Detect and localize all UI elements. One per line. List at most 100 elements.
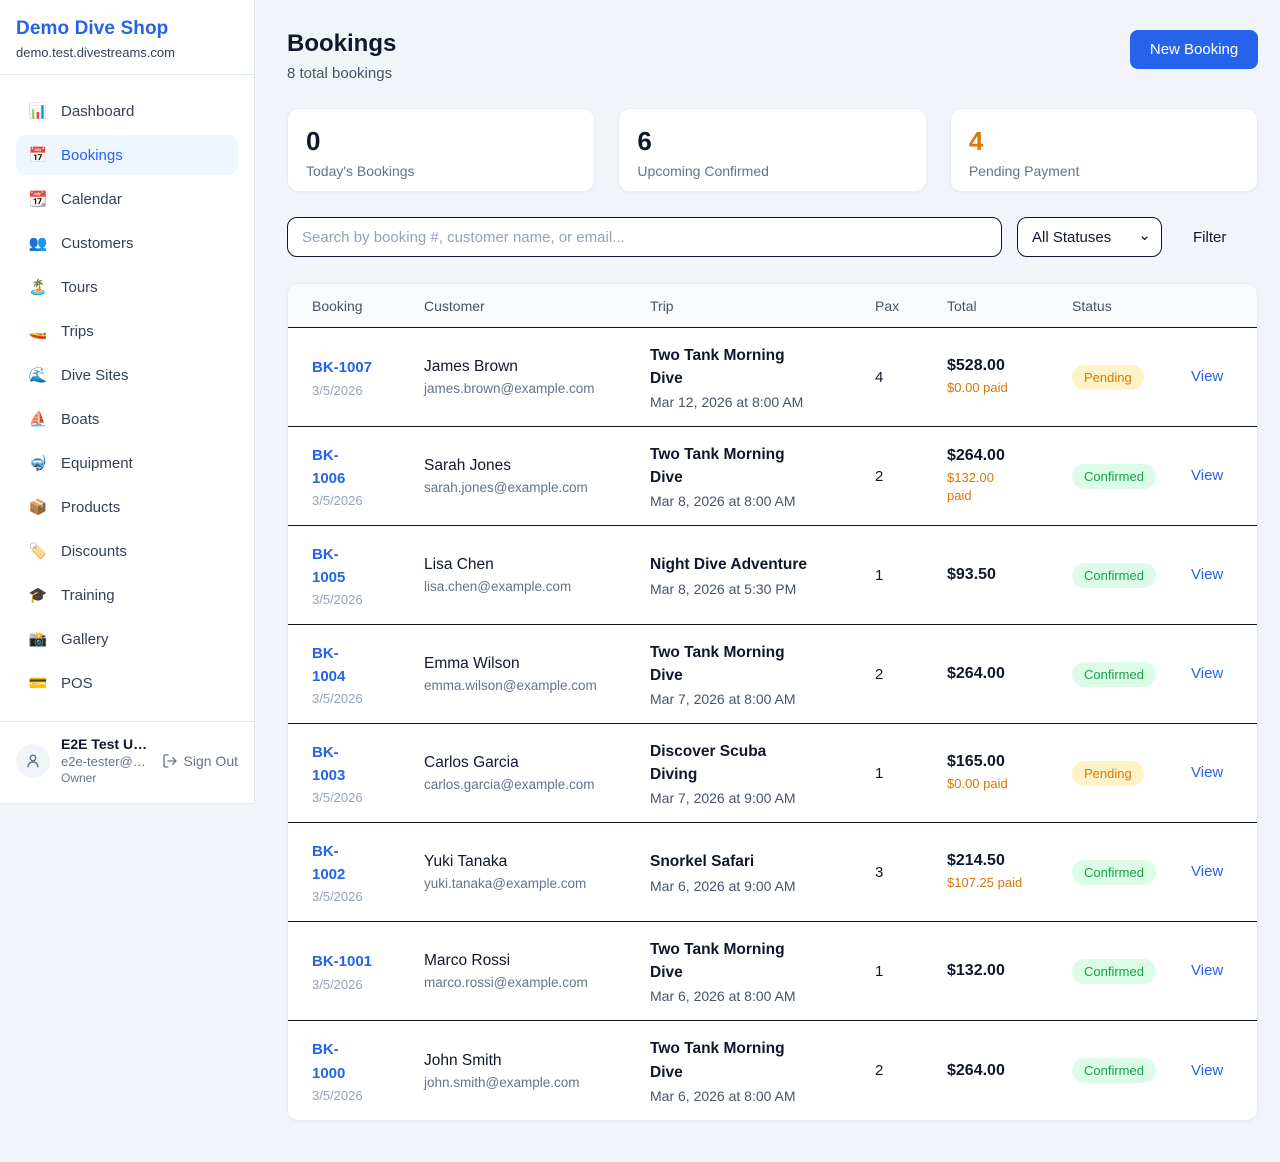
status-cell: Confirmed <box>1072 662 1191 687</box>
discounts-icon: 🏷️ <box>28 544 48 559</box>
customer-email: john.smith@example.com <box>424 1075 640 1090</box>
stat-card: 6 Upcoming Confirmed <box>618 108 926 192</box>
equipment-icon: 🤿 <box>28 456 48 471</box>
view-link[interactable]: View <box>1191 863 1223 880</box>
tours-icon: 🏝️ <box>28 280 48 295</box>
sidebar-item-dive-sites[interactable]: 🌊 Dive Sites <box>16 355 238 395</box>
sidebar-item-trips[interactable]: 🚤 Trips <box>16 311 238 351</box>
sidebar-nav: 📊 Dashboard 📅 Bookings 📆 Calendar 👥 Cust… <box>0 75 254 721</box>
sidebar-item-label: Discounts <box>61 543 127 560</box>
sidebar-item-dashboard[interactable]: 📊 Dashboard <box>16 91 238 131</box>
view-link[interactable]: View <box>1191 962 1223 979</box>
sidebar-item-label: Trips <box>61 323 94 340</box>
total-amount: $214.50 <box>947 852 1062 870</box>
status-cell: Confirmed <box>1072 860 1191 885</box>
sidebar-item-training[interactable]: 🎓 Training <box>16 575 238 615</box>
sidebar-item-tours[interactable]: 🏝️ Tours <box>16 267 238 307</box>
booking-id-link[interactable]: BK- 1000 <box>312 1038 345 1085</box>
page-header: Bookings 8 total bookings New Booking <box>287 30 1258 82</box>
sidebar-item-equipment[interactable]: 🤿 Equipment <box>16 443 238 483</box>
pos-icon: 💳 <box>28 676 48 691</box>
stat-value: 4 <box>969 128 1239 154</box>
filter-button[interactable]: Filter <box>1193 229 1226 246</box>
pax-count: 2 <box>875 468 947 485</box>
trip-cell: Two Tank Morning Dive Mar 6, 2026 at 8:0… <box>650 938 875 1005</box>
trip-datetime: Mar 6, 2026 at 9:00 AM <box>650 878 865 894</box>
table-row: BK- 1004 3/5/2026 Emma Wilson emma.wilso… <box>288 625 1257 724</box>
booking-id-link[interactable]: BK-1001 <box>312 950 372 973</box>
sidebar-item-boats[interactable]: ⛵ Boats <box>16 399 238 439</box>
actions-cell: View <box>1191 467 1233 485</box>
stat-value: 6 <box>637 128 907 154</box>
status-badge: Pending <box>1072 761 1144 786</box>
trip-name: Night Dive Adventure <box>650 553 865 576</box>
booking-cell: BK- 1004 3/5/2026 <box>312 642 424 707</box>
main-content: Bookings 8 total bookings New Booking 0 … <box>255 0 1280 1121</box>
sidebar-item-gallery[interactable]: 📸 Gallery <box>16 619 238 659</box>
trip-name: Two Tank Morning Dive <box>650 938 865 985</box>
sidebar-item-products[interactable]: 📦 Products <box>16 487 238 527</box>
avatar <box>16 744 50 778</box>
user-email: e2e-tester@… <box>61 754 151 769</box>
sidebar-item-customers[interactable]: 👥 Customers <box>16 223 238 263</box>
booking-id-link[interactable]: BK-1007 <box>312 356 372 379</box>
customer-name: Marco Rossi <box>424 952 640 970</box>
view-link[interactable]: View <box>1191 467 1223 484</box>
sidebar-item-bookings[interactable]: 📅 Bookings <box>16 135 238 175</box>
status-badge: Confirmed <box>1072 464 1156 489</box>
booking-date: 3/5/2026 <box>312 889 414 904</box>
actions-cell: View <box>1191 764 1233 782</box>
pax-count: 3 <box>875 864 947 881</box>
booking-id-link[interactable]: BK- 1003 <box>312 741 345 788</box>
pax-count: 2 <box>875 666 947 683</box>
new-booking-button[interactable]: New Booking <box>1130 30 1258 69</box>
view-link[interactable]: View <box>1191 1062 1223 1079</box>
view-link[interactable]: View <box>1191 368 1223 385</box>
view-link[interactable]: View <box>1191 764 1223 781</box>
total-cell: $132.00 <box>947 962 1072 980</box>
trip-datetime: Mar 8, 2026 at 5:30 PM <box>650 581 865 597</box>
status-cell: Pending <box>1072 761 1191 786</box>
booking-id-link[interactable]: BK- 1005 <box>312 543 345 590</box>
products-icon: 📦 <box>28 500 48 515</box>
table-row: BK- 1000 3/5/2026 John Smith john.smith@… <box>288 1021 1257 1120</box>
stat-card: 4 Pending Payment <box>950 108 1258 192</box>
actions-cell: View <box>1191 863 1233 881</box>
customer-cell: Carlos Garcia carlos.garcia@example.com <box>424 754 650 792</box>
trip-name: Two Tank Morning Dive <box>650 1037 865 1084</box>
booking-id-link[interactable]: BK- 1006 <box>312 444 345 491</box>
trip-cell: Night Dive Adventure Mar 8, 2026 at 5:30… <box>650 553 875 596</box>
customer-cell: James Brown james.brown@example.com <box>424 358 650 396</box>
status-badge: Confirmed <box>1072 563 1156 588</box>
customer-name: James Brown <box>424 358 640 376</box>
brand-name[interactable]: Demo Dive Shop <box>16 18 238 40</box>
trip-datetime: Mar 8, 2026 at 8:00 AM <box>650 493 865 509</box>
sign-out-button[interactable]: Sign Out <box>162 753 238 769</box>
trip-cell: Two Tank Morning Dive Mar 8, 2026 at 8:0… <box>650 443 875 510</box>
sidebar-item-label: Customers <box>61 235 134 252</box>
column-header-pax: Pax <box>875 298 947 314</box>
status-filter-select[interactable]: All Statuses <box>1017 217 1162 257</box>
paid-amount: $0.00 paid <box>947 775 1062 793</box>
customer-cell: Sarah Jones sarah.jones@example.com <box>424 457 650 495</box>
view-link[interactable]: View <box>1191 665 1223 682</box>
booking-id-link[interactable]: BK- 1002 <box>312 840 345 887</box>
table-row: BK-1001 3/5/2026 Marco Rossi marco.rossi… <box>288 922 1257 1021</box>
sidebar-item-label: Bookings <box>61 147 123 164</box>
brand: Demo Dive Shop demo.test.divestreams.com <box>0 0 254 75</box>
column-header-booking: Booking <box>312 298 424 314</box>
booking-cell: BK- 1000 3/5/2026 <box>312 1038 424 1103</box>
sidebar-item-pos[interactable]: 💳 POS <box>16 663 238 703</box>
booking-id-link[interactable]: BK- 1004 <box>312 642 345 689</box>
customer-name: John Smith <box>424 1052 640 1070</box>
total-amount: $264.00 <box>947 1062 1062 1080</box>
trip-datetime: Mar 12, 2026 at 8:00 AM <box>650 394 865 410</box>
total-amount: $264.00 <box>947 447 1062 465</box>
view-link[interactable]: View <box>1191 566 1223 583</box>
status-cell: Pending <box>1072 365 1191 390</box>
search-input[interactable] <box>287 217 1002 257</box>
sidebar-item-label: Gallery <box>61 631 109 648</box>
sidebar-item-calendar[interactable]: 📆 Calendar <box>16 179 238 219</box>
total-cell: $165.00 $0.00 paid <box>947 753 1072 793</box>
sidebar-item-discounts[interactable]: 🏷️ Discounts <box>16 531 238 571</box>
